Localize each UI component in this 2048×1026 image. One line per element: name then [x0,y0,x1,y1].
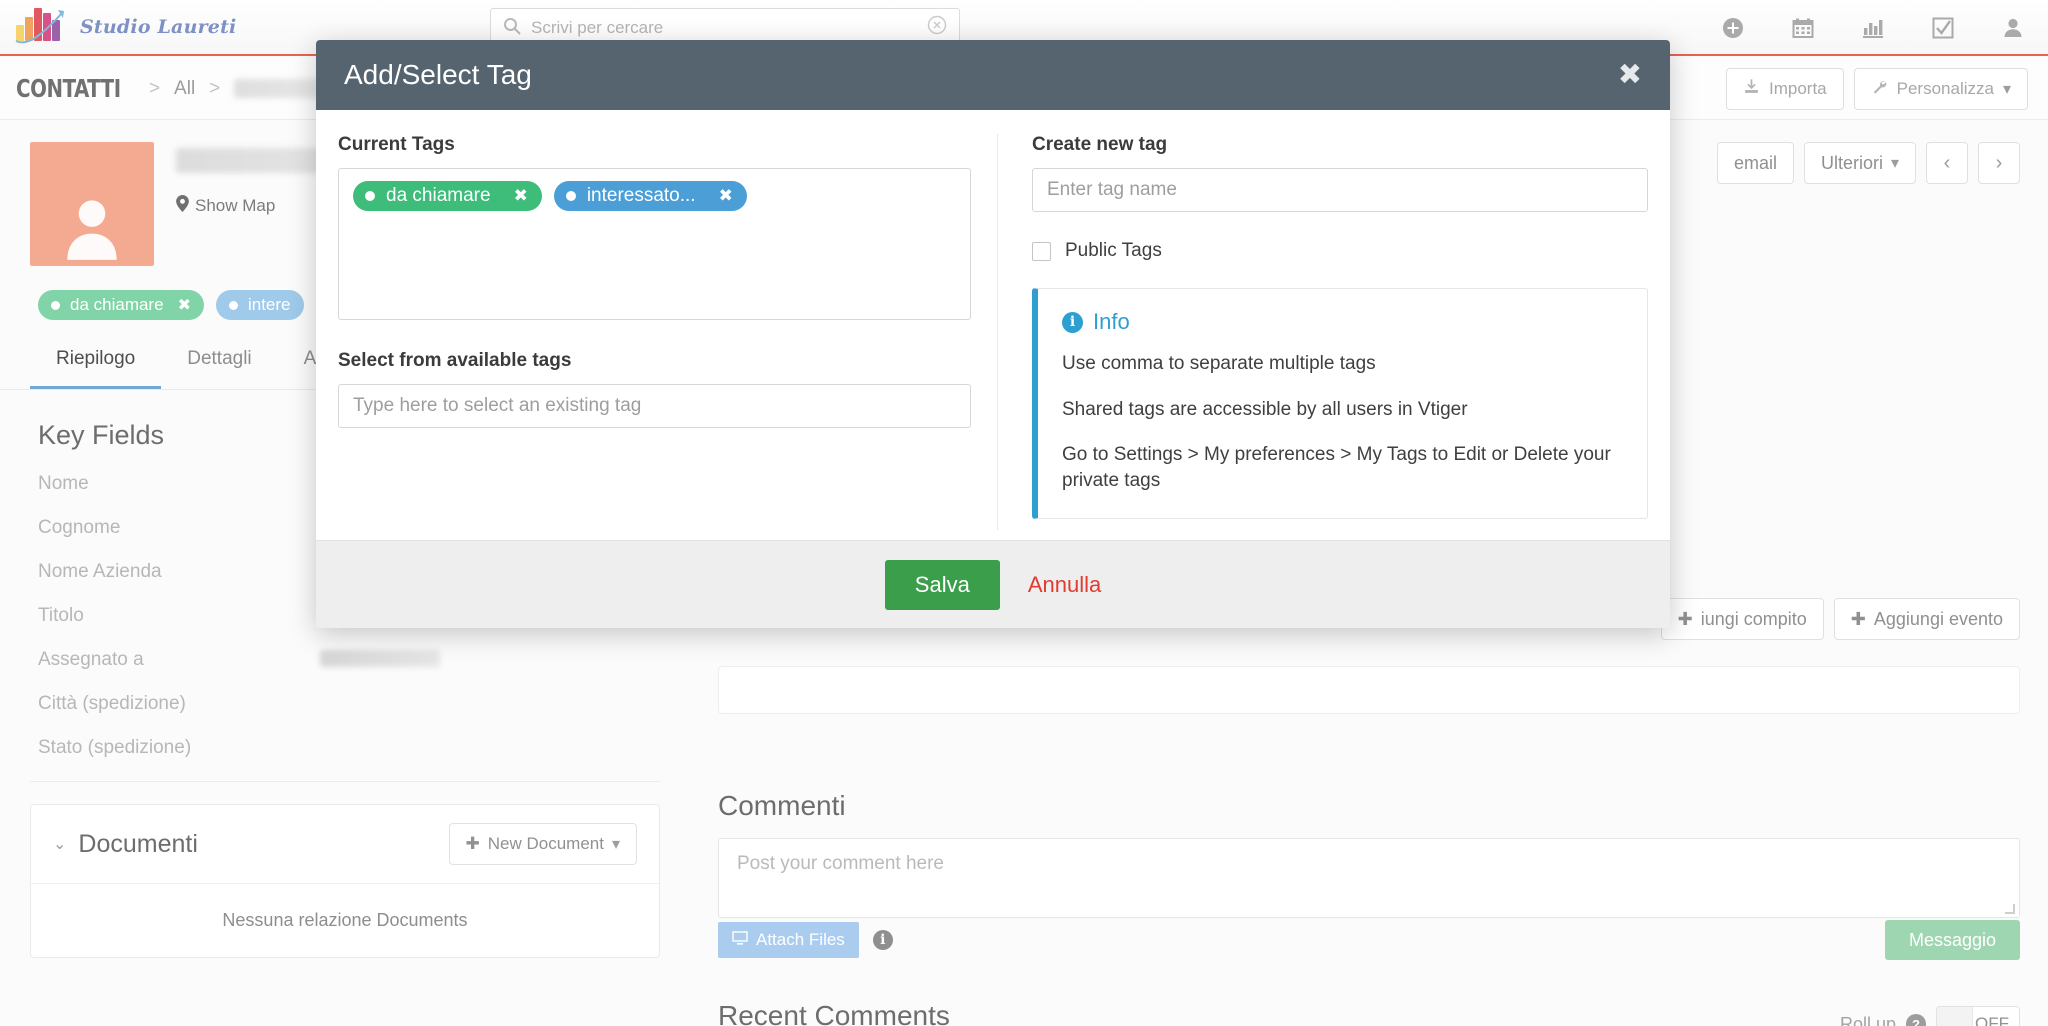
info-heading: Info [1093,309,1130,334]
current-tags-box[interactable]: da chiamare ✖ interessato... ✖ [338,168,971,320]
info-heading-row: i Info [1062,309,1623,335]
create-new-tag-label: Create new tag [1032,134,1168,155]
modal-footer: Salva Annulla [316,540,1670,628]
tag-dot-icon [365,191,375,201]
info-line: Go to Settings > My preferences > My Tag… [1062,444,1611,491]
modal-body: Current Tags da chiamare ✖ interessato..… [316,110,1670,540]
info-icon: i [1062,311,1083,333]
current-tags-label: Current Tags [338,134,455,155]
modal-title: Add/Select Tag [344,59,532,90]
current-tag-label: da chiamare [386,185,491,206]
modal-right-pane: Create new tag Enter tag name Public Tag… [998,134,1648,530]
public-tags-checkbox[interactable] [1032,241,1051,261]
select-available-tags-label: Select from available tags [338,350,572,371]
public-tags-label: Public Tags [1065,240,1162,261]
info-box: i Info Use comma to separate multiple ta… [1032,288,1648,519]
modal-left-pane: Current Tags da chiamare ✖ interessato..… [338,134,998,530]
add-select-tag-modal: Add/Select Tag ✖ Current Tags da chiamar… [316,40,1670,628]
modal-header: Add/Select Tag ✖ [316,40,1670,110]
current-tag-label: interessato... [586,185,696,206]
public-tags-row[interactable]: Public Tags [1032,240,1648,262]
info-line: Shared tags are accessible by all users … [1062,398,1468,420]
info-line: Use comma to separate multiple tags [1062,353,1376,374]
remove-tag-icon[interactable]: ✖ [719,186,733,206]
remove-tag-icon[interactable]: ✖ [514,186,528,206]
save-button[interactable]: Salva [884,559,1000,610]
current-tag-chip[interactable]: interessato... ✖ [553,181,747,211]
select-existing-tag-input[interactable]: Type here to select an existing tag [338,384,971,428]
select-existing-tag-placeholder: Type here to select an existing tag [353,395,642,416]
tag-dot-icon [565,191,576,201]
new-tag-name-placeholder: Enter tag name [1047,179,1177,200]
current-tag-chip[interactable]: da chiamare ✖ [353,181,542,211]
new-tag-name-input[interactable]: Enter tag name [1032,168,1648,212]
cancel-button[interactable]: Annulla [1028,572,1101,598]
close-icon[interactable]: ✖ [1618,60,1642,90]
app-page: Studio Laureti Scrivi per cercare CONTAT… [0,0,2048,1026]
